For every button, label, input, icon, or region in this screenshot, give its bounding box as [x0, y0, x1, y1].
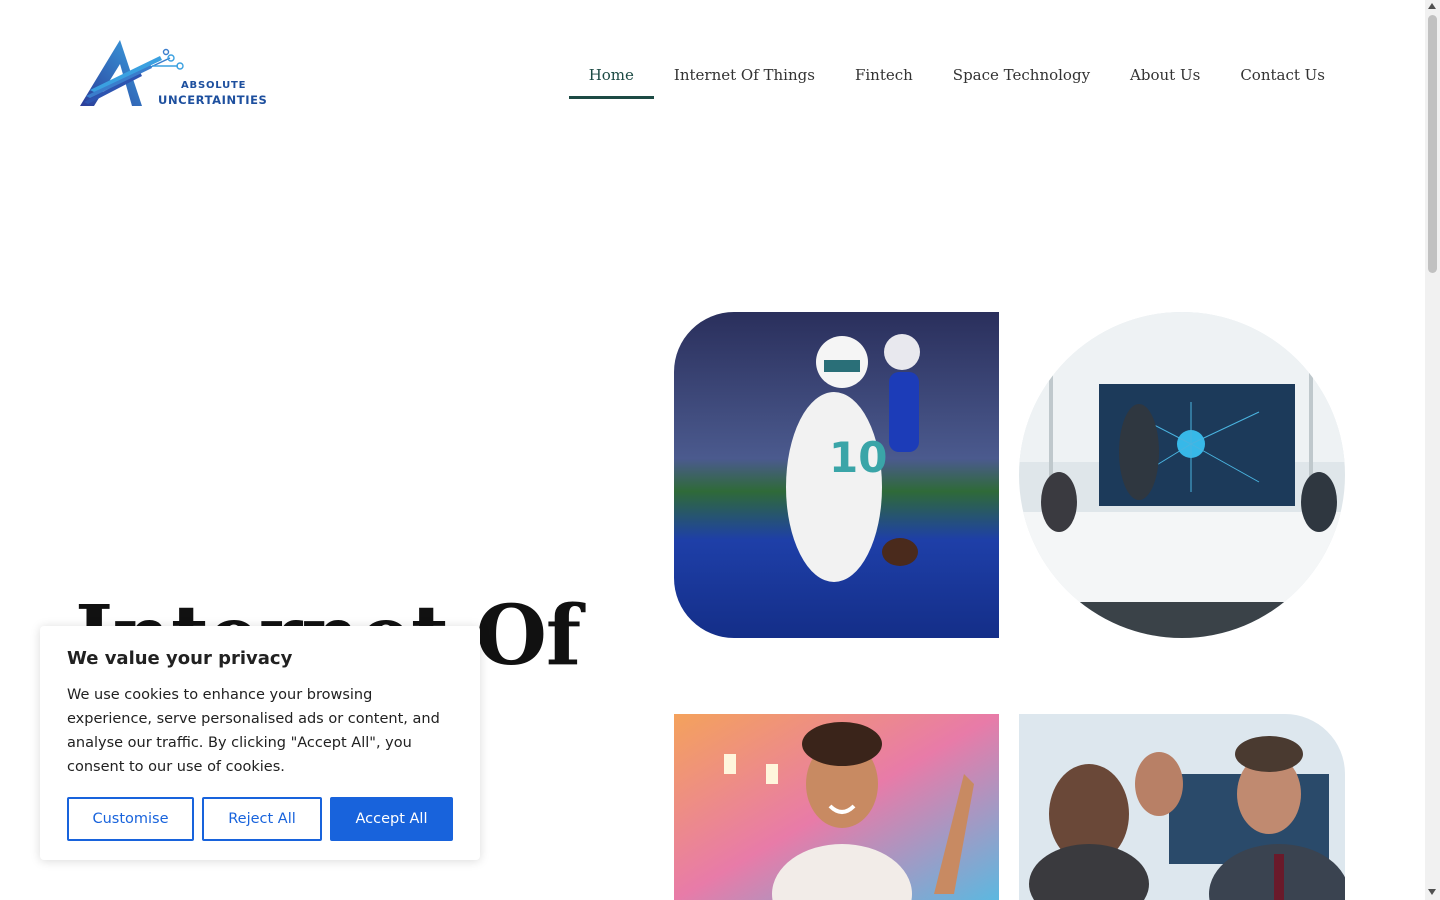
main-nav: Home Internet Of Things Fintech Space Te…	[568, 54, 1345, 99]
customise-button[interactable]: Customise	[67, 797, 194, 841]
cookie-consent-banner: We value your privacy We use cookies to …	[40, 626, 480, 860]
nav-item-about-us[interactable]: About Us	[1110, 54, 1220, 99]
reject-all-button[interactable]: Reject All	[202, 797, 322, 841]
scroll-up-arrow-icon[interactable]	[1428, 3, 1436, 9]
logo-text-uncertainties: UNCERTAINTIES	[158, 93, 268, 107]
site-logo[interactable]: ABSOLUTE UNCERTAINTIES	[80, 38, 268, 110]
accept-all-button[interactable]: Accept All	[330, 797, 453, 841]
scroll-down-arrow-icon[interactable]	[1428, 889, 1436, 895]
logo-text-absolute: ABSOLUTE	[181, 80, 247, 91]
nav-item-fintech[interactable]: Fintech	[835, 54, 933, 99]
page-scrollbar[interactable]	[1425, 0, 1440, 900]
cookie-button-group: Customise Reject All Accept All	[67, 797, 453, 841]
hero-image-iot-meeting	[1019, 312, 1345, 638]
cookie-description: We use cookies to enhance your browsing …	[67, 687, 440, 775]
hero-image-professionals	[1019, 714, 1345, 900]
nav-item-contact-us[interactable]: Contact Us	[1220, 54, 1345, 99]
nav-item-space-technology[interactable]: Space Technology	[933, 54, 1110, 99]
nav-item-internet-of-things[interactable]: Internet Of Things	[654, 54, 835, 99]
cookie-title: We value your privacy	[67, 648, 293, 669]
svg-text:10: 10	[829, 433, 887, 482]
hero-image-football: 10	[674, 312, 999, 638]
scrollbar-thumb[interactable]	[1428, 15, 1437, 273]
hero-image-woman-celebrating	[674, 714, 999, 900]
nav-item-home[interactable]: Home	[568, 54, 655, 99]
